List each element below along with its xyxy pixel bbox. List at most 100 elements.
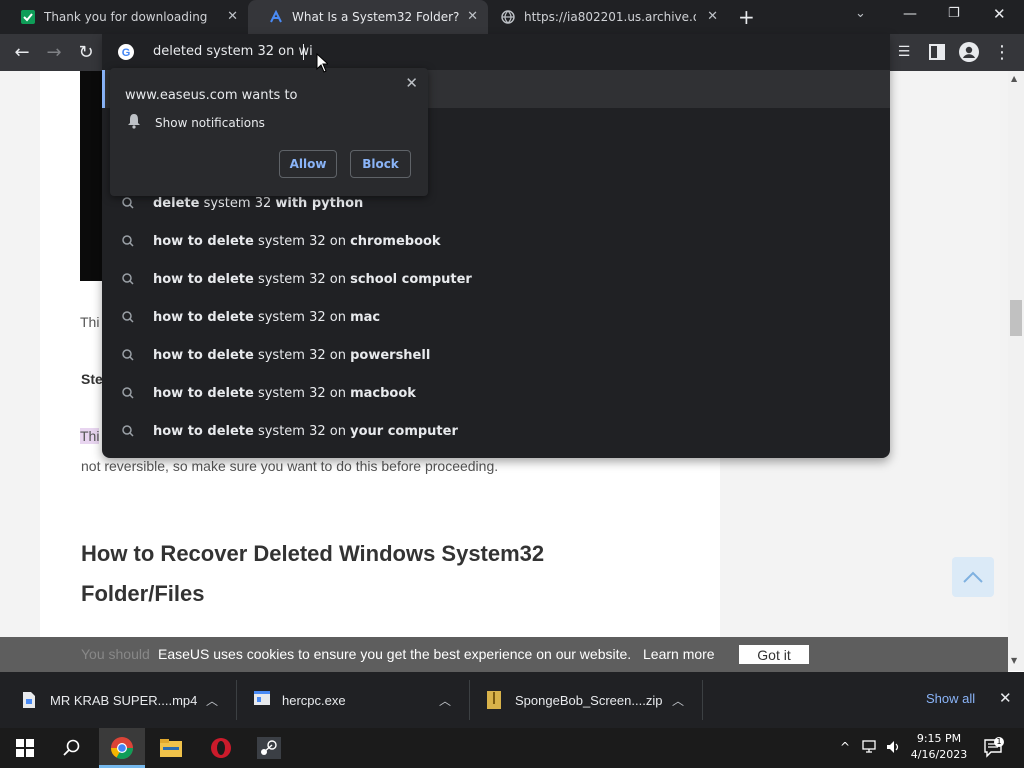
close-icon[interactable]: ✕ (405, 74, 418, 92)
chrome-taskbar-icon[interactable] (99, 728, 145, 768)
notification-permission-prompt: www.easeus.com wants to Show notificatio… (110, 68, 428, 196)
download-filename: hercpc.exe (282, 692, 346, 708)
allow-button[interactable]: Allow (279, 150, 337, 178)
file-explorer-icon[interactable] (148, 728, 194, 768)
got-it-button[interactable]: Got it (739, 645, 809, 664)
reading-list-icon[interactable]: ☰ (892, 40, 916, 64)
windows-start-icon[interactable] (2, 728, 48, 768)
section-heading: How to Recover Deleted Windows System32 … (81, 534, 641, 614)
tab-search-icon[interactable]: ⌄ (855, 6, 866, 21)
file-icon (22, 691, 36, 709)
suggestion-bold: how to delete (153, 423, 254, 439)
article-text-line: not reversible, so make sure you want to… (81, 458, 499, 474)
tab-thank-you[interactable]: Thank you for downloading Herc ✕ (0, 0, 248, 34)
restore-button[interactable]: ❐ (948, 6, 960, 21)
page-scrollbar[interactable] (1008, 71, 1024, 671)
close-icon[interactable]: ✕ (707, 9, 718, 24)
search-icon[interactable] (49, 728, 95, 768)
search-icon (102, 273, 153, 285)
volume-icon[interactable] (886, 739, 902, 760)
download-item[interactable]: hercpc.exe ︿ (254, 672, 468, 728)
tab-archive[interactable]: https://ia802201.us.archive.org/1 ✕ (480, 0, 728, 34)
exe-icon (254, 691, 270, 709)
suggestion-bold: mac (350, 309, 381, 325)
clock-time: 9:15 PM (916, 732, 962, 745)
suggestion-text: system 32 on (253, 271, 351, 287)
text-caret (303, 44, 304, 60)
tab-strip: Thank you for downloading Herc ✕ What Is… (0, 0, 1024, 34)
cookie-message: EaseUS uses cookies to ensure you get th… (158, 646, 632, 662)
globe-icon (500, 9, 516, 25)
tab-title: Thank you for downloading Herc (44, 10, 212, 24)
suggestion-item[interactable]: how to delete system 32 on chromebook (102, 222, 890, 260)
heading-line: Folder/Files (81, 581, 205, 606)
chevron-up-icon[interactable]: ︿ (672, 692, 684, 709)
suggestion-text: system 32 (199, 195, 276, 211)
tab-title: https://ia802201.us.archive.org/1 (524, 10, 696, 24)
menu-kebab-icon[interactable]: ⋮ (990, 40, 1014, 64)
scrollbar-thumb[interactable] (1010, 300, 1022, 336)
suggestion-bold: how to delete (153, 233, 254, 249)
suggestion-item[interactable]: how to delete system 32 on mac (102, 298, 890, 336)
bell-icon (127, 113, 141, 129)
learn-more-link[interactable]: Learn more (643, 646, 715, 662)
prompt-site-label: www.easeus.com wants to (125, 88, 298, 103)
tab-system32[interactable]: What Is a System32 Folder? Shou ✕ (248, 0, 488, 34)
article-text-fragment: Thi (80, 428, 100, 444)
obscured-article-text: You should (81, 646, 150, 662)
opera-icon[interactable] (198, 728, 244, 768)
suggestion-bold: how to delete (153, 309, 254, 325)
suggestion-item[interactable]: how to delete system 32 on school comput… (102, 260, 890, 298)
chevron-up-icon (963, 571, 983, 583)
reload-icon[interactable]: ↻ (74, 40, 98, 64)
back-arrow-icon[interactable]: ← (10, 40, 34, 64)
page-margin-left (0, 71, 40, 637)
forward-arrow-icon[interactable]: → (42, 40, 66, 64)
suggestion-bold: how to delete (153, 271, 254, 287)
close-icon[interactable]: ✕ (467, 9, 478, 24)
download-filename: MR KRAB SUPER....mp4 (50, 692, 198, 708)
chevron-up-icon[interactable]: ^ (840, 740, 850, 754)
suggestion-item[interactable]: how to delete system 32 on powershell (102, 336, 890, 374)
suggestion-highlight-bar (102, 70, 105, 108)
chevron-up-icon[interactable]: ︿ (439, 692, 451, 709)
steam-icon[interactable] (246, 728, 292, 768)
close-icon[interactable]: ✕ (227, 9, 238, 24)
minimize-button[interactable]: — (903, 6, 917, 22)
scroll-to-top-button[interactable] (952, 557, 994, 597)
scroll-up-arrow-icon[interactable]: ▲ (1011, 74, 1017, 83)
search-icon (102, 349, 153, 361)
suggestion-text: system 32 on (253, 309, 351, 325)
download-item[interactable]: SpongeBob_Screen....zip ︿ (487, 672, 701, 728)
network-icon[interactable] (862, 739, 880, 760)
suggestion-bold: your computer (350, 423, 458, 439)
show-all-link[interactable]: Show all (926, 691, 975, 706)
new-tab-button[interactable]: + (738, 7, 756, 27)
suggestion-item[interactable]: how to delete system 32 on macbook (102, 374, 890, 412)
close-icon[interactable]: ✕ (999, 689, 1012, 707)
notification-count-badge: 1 (994, 737, 1004, 747)
taskbar-clock[interactable]: 9:15 PM 4/16/2023 (908, 731, 970, 763)
zip-icon (487, 691, 501, 709)
suggestion-text: system 32 on (253, 347, 351, 363)
green-doc-icon (20, 9, 36, 25)
suggestion-text: system 32 on (253, 423, 351, 439)
suggestion-item[interactable]: how to delete system 32 on your computer (102, 412, 890, 450)
search-icon (102, 425, 153, 437)
omnibox-input[interactable]: deleted system 32 on wi (153, 44, 313, 59)
prompt-permission-label: Show notifications (155, 116, 265, 130)
profile-icon[interactable] (957, 40, 981, 64)
download-item[interactable]: MR KRAB SUPER....mp4 ︿ (22, 672, 236, 728)
search-icon (102, 311, 153, 323)
article-text-fragment: Thi (80, 314, 100, 330)
chevron-up-icon[interactable]: ︿ (206, 692, 218, 709)
suggestion-bold: how to delete (153, 347, 254, 363)
clock-date: 4/16/2023 (910, 748, 968, 761)
side-panel-icon[interactable] (925, 40, 949, 64)
block-button[interactable]: Block (350, 150, 411, 178)
scroll-down-arrow-icon[interactable]: ▼ (1011, 656, 1017, 665)
suggestion-bold: chromebook (350, 233, 441, 249)
window-close-button[interactable]: ✕ (993, 5, 1006, 23)
suggestion-bold: how to delete (153, 385, 254, 401)
svg-text:G: G (122, 47, 131, 59)
